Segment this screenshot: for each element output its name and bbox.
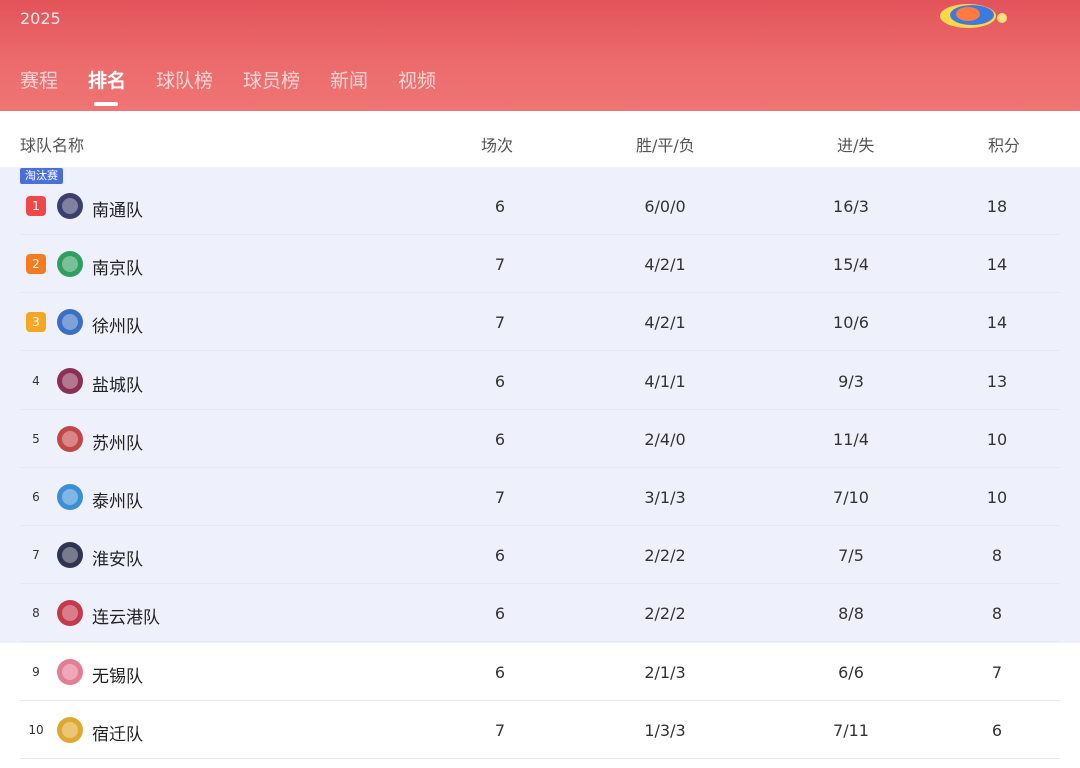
- rank-badge: 6: [32, 490, 40, 504]
- nav-tabs: 赛程 排名 球队榜 球员榜 新闻 视频: [0, 66, 1080, 106]
- column-team: 球队名称: [20, 136, 85, 155]
- yancheng-crest-icon: [57, 367, 83, 394]
- taizhou-crest-icon: [57, 484, 83, 510]
- column-goals: 进/失: [837, 136, 875, 155]
- team-name[interactable]: 无锡队: [92, 662, 143, 687]
- suzhou-crest-icon: [57, 425, 83, 452]
- wdl-cell: 4/2/1: [644, 313, 686, 333]
- nantong-crest-icon: [57, 193, 83, 219]
- rank-badge: 8: [32, 606, 40, 621]
- table-row[interactable]: 8 连云港队 6 2/2/2 8/8 8: [0, 584, 1080, 643]
- team-name[interactable]: 泰州队: [92, 487, 143, 512]
- team-name[interactable]: 连云港队: [92, 603, 160, 628]
- rank-badge: 2: [26, 254, 46, 275]
- table-row[interactable]: 1 南通队 6 6/0/0 16/3 18: [0, 177, 1080, 235]
- table-header: 球队名称 场次 胜/平/负 进/失 积分: [0, 111, 1080, 167]
- goals-cell: 9/3: [838, 371, 864, 391]
- played-cell: 6: [494, 604, 506, 624]
- wdl-cell: 1/3/3: [644, 720, 686, 740]
- top-banner: 2025 赛程 排名 球队榜 球员榜 新闻 视频: [0, 0, 1080, 111]
- team-name[interactable]: 南京队: [92, 254, 143, 279]
- xuzhou-crest-icon: [57, 309, 83, 336]
- points-cell: 18: [986, 197, 1008, 216]
- played-cell: 6: [494, 197, 506, 216]
- points-cell: 14: [986, 313, 1008, 333]
- tab-standings[interactable]: 排名: [88, 66, 126, 93]
- wdl-cell: 2/2/2: [644, 546, 686, 566]
- wdl-cell: 2/2/2: [644, 604, 686, 624]
- played-cell: 7: [494, 313, 506, 333]
- points-cell: 10: [986, 429, 1008, 449]
- table-row[interactable]: 4 盐城队 6 4/1/1 9/3 13: [0, 352, 1080, 410]
- wdl-cell: 4/2/1: [644, 255, 686, 275]
- tab-videos[interactable]: 视频: [398, 66, 436, 93]
- rank-badge: 7: [32, 548, 40, 563]
- points-cell: 7: [991, 662, 1003, 682]
- points-cell: 13: [986, 371, 1008, 391]
- table-row[interactable]: 7 淮安队 6 2/2/2 7/5 8: [0, 526, 1080, 585]
- goals-cell: 7/11: [833, 720, 869, 740]
- season-year: 2025: [20, 9, 61, 28]
- wuxi-crest-icon: [57, 658, 83, 685]
- tab-player-rankings[interactable]: 球员榜: [243, 66, 300, 93]
- points-cell: 6: [991, 720, 1003, 740]
- goals-cell: 8/8: [838, 604, 864, 624]
- goals-cell: 15/4: [833, 255, 869, 275]
- points-cell: 8: [991, 604, 1003, 624]
- nanjing-crest-icon: [57, 251, 83, 278]
- played-cell: 6: [494, 546, 506, 566]
- suqian-crest-icon: [57, 716, 83, 743]
- wdl-cell: 4/1/1: [644, 371, 686, 391]
- rank-badge: 5: [32, 431, 40, 446]
- team-name[interactable]: 淮安队: [92, 545, 143, 570]
- goals-cell: 6/6: [838, 662, 864, 682]
- wdl-cell: 2/1/3: [644, 662, 686, 682]
- active-tab-indicator: [94, 102, 118, 106]
- points-cell: 8: [991, 546, 1003, 566]
- wdl-cell: 6/0/0: [644, 197, 686, 216]
- table-row[interactable]: 9 无锡队 6 2/1/3 6/6 7: [0, 643, 1080, 701]
- column-wdl: 胜/平/负: [636, 136, 695, 155]
- goals-cell: 7/10: [833, 488, 869, 507]
- goals-cell: 11/4: [833, 429, 869, 449]
- column-played: 场次: [481, 136, 514, 155]
- team-name[interactable]: 南通队: [92, 196, 143, 221]
- played-cell: 7: [494, 720, 506, 740]
- team-name[interactable]: 苏州队: [92, 429, 143, 454]
- rank-badge: 3: [26, 312, 46, 333]
- table-row[interactable]: 3 徐州队 7 4/2/1 10/6 14: [0, 293, 1080, 352]
- goals-cell: 7/5: [838, 546, 864, 566]
- team-name[interactable]: 宿迁队: [92, 720, 143, 745]
- played-cell: 6: [494, 662, 506, 682]
- rank-badge: 1: [26, 196, 46, 216]
- league-logo-icon: [940, 4, 1007, 28]
- column-points: 积分: [988, 136, 1021, 155]
- team-name[interactable]: 盐城队: [92, 371, 143, 396]
- rank-badge: 10: [28, 722, 44, 737]
- played-cell: 7: [494, 488, 506, 507]
- lianyungang-crest-icon: [57, 600, 83, 627]
- tab-news[interactable]: 新闻: [330, 66, 368, 93]
- played-cell: 7: [494, 255, 506, 275]
- rank-badge: 4: [32, 373, 40, 388]
- row-divider: [20, 757, 1060, 759]
- goals-cell: 16/3: [833, 197, 869, 216]
- tab-schedule[interactable]: 赛程: [20, 66, 58, 93]
- goals-cell: 10/6: [833, 313, 869, 333]
- wdl-cell: 3/1/3: [644, 488, 686, 507]
- wdl-cell: 2/4/0: [644, 429, 686, 449]
- rank-badge: 9: [32, 664, 40, 679]
- team-name[interactable]: 徐州队: [92, 312, 143, 337]
- points-cell: 10: [986, 488, 1008, 507]
- played-cell: 6: [494, 429, 506, 449]
- played-cell: 6: [494, 371, 506, 391]
- tab-team-rankings[interactable]: 球队榜: [156, 66, 213, 93]
- table-row[interactable]: 2 南京队 7 4/2/1 15/4 14: [0, 235, 1080, 294]
- table-row[interactable]: 6 泰州队 7 3/1/3 7/10 10: [0, 468, 1080, 526]
- table-row[interactable]: 10 宿迁队 7 1/3/3 7/11 6: [0, 701, 1080, 759]
- points-cell: 14: [986, 255, 1008, 275]
- table-row[interactable]: 5 苏州队 6 2/4/0 11/4 10: [0, 410, 1080, 468]
- huaian-crest-icon: [57, 542, 83, 569]
